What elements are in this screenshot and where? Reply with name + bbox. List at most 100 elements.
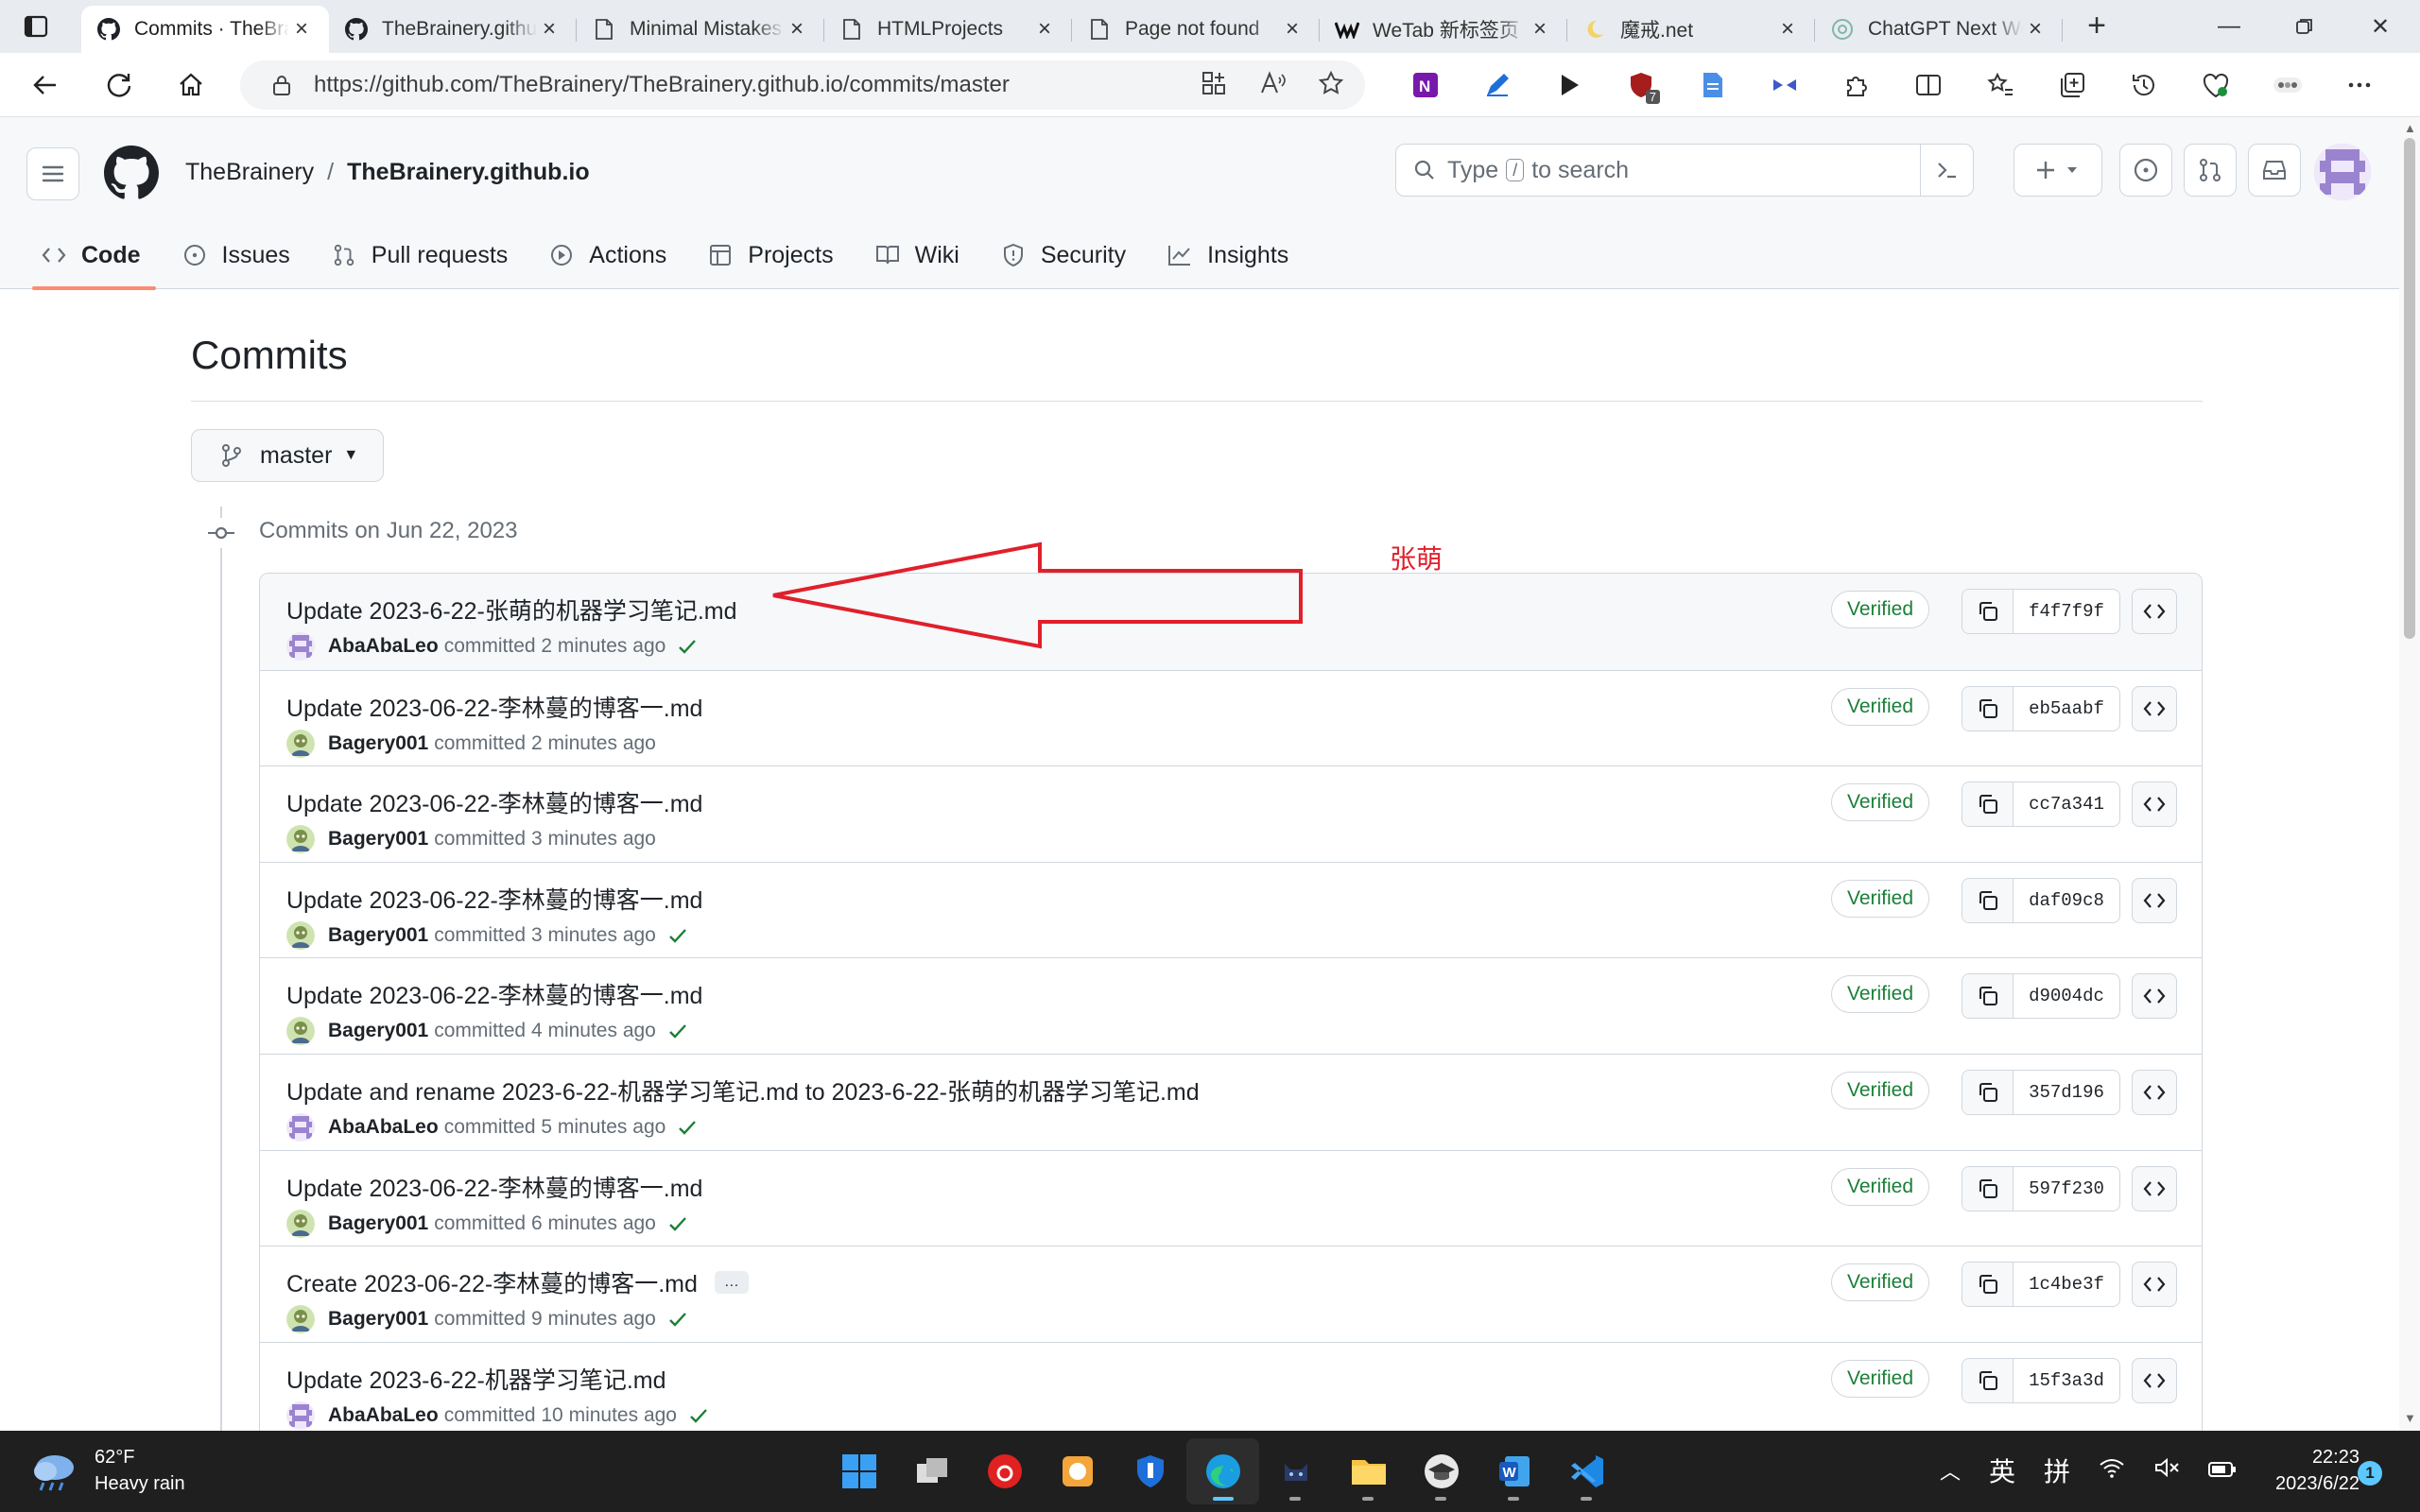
commit-sha-link[interactable]: 15f3a3d (2014, 1359, 2119, 1402)
verified-badge[interactable]: Verified (1831, 1167, 1930, 1206)
tab-security[interactable]: Security (984, 221, 1141, 289)
tab-actions-icon[interactable] (19, 11, 53, 42)
author-avatar[interactable] (286, 1400, 315, 1430)
issues-header-icon[interactable] (2119, 144, 2172, 197)
close-icon[interactable]: × (289, 16, 314, 42)
copy-sha-icon[interactable] (1962, 686, 2014, 730)
check-status-icon[interactable] (667, 1212, 690, 1235)
check-status-icon[interactable] (667, 1308, 690, 1331)
check-status-icon[interactable] (677, 1116, 700, 1139)
volume-muted-icon[interactable] (2153, 1455, 2180, 1486)
author-avatar[interactable] (286, 1305, 315, 1334)
verified-badge[interactable]: Verified (1831, 1071, 1930, 1109)
commit-message-link[interactable]: Update 2023-6-22-张萌的机器学习笔记.md (286, 593, 737, 627)
commit-sha-link[interactable]: cc7a341 (2014, 782, 2119, 826)
pen-extension-icon[interactable] (1461, 64, 1533, 106)
close-icon[interactable]: × (2023, 16, 2048, 42)
tab-code[interactable]: Code (25, 221, 156, 290)
lock-icon[interactable] (268, 72, 295, 98)
vscode-icon[interactable] (1550, 1438, 1623, 1504)
check-status-icon[interactable] (677, 635, 700, 658)
commit-sha-link[interactable]: 357d196 (2014, 1071, 2119, 1114)
close-icon[interactable]: × (1280, 16, 1305, 42)
extensions-puzzle-icon[interactable] (1821, 64, 1893, 106)
ime-language-indicator[interactable]: 英 (1989, 1452, 2015, 1489)
repo-name-link[interactable]: TheBrainery.github.io (347, 159, 590, 186)
commit-sha-link[interactable]: 597f230 (2014, 1167, 2119, 1211)
tab-pull-requests[interactable]: Pull requests (315, 221, 524, 289)
verified-badge[interactable]: Verified (1831, 1359, 1930, 1398)
browse-repo-icon[interactable] (2132, 782, 2177, 828)
document-extension-icon[interactable] (1677, 64, 1749, 106)
command-palette-icon[interactable] (1920, 145, 1973, 196)
scroll-up-arrow[interactable]: ▲ (2404, 121, 2416, 135)
browser-tab[interactable]: HTMLProjects × (824, 6, 1072, 53)
taskbar-clock[interactable]: 22:23 2023/6/22 (2259, 1444, 2360, 1497)
url-text[interactable]: https://github.com/TheBrainery/TheBraine… (314, 72, 1010, 98)
author-link[interactable]: AbaAbaLeo (328, 1404, 439, 1427)
close-icon[interactable]: × (537, 16, 562, 42)
copy-sha-icon[interactable] (1962, 974, 2014, 1019)
edge-browser-icon[interactable] (1186, 1438, 1259, 1504)
author-link[interactable]: Bagery001 (328, 732, 428, 755)
security-shield-app-icon[interactable] (1114, 1438, 1186, 1504)
verified-badge[interactable]: Verified (1831, 591, 1930, 628)
verified-badge[interactable]: Verified (1831, 687, 1930, 726)
commit-message-link[interactable]: Update 2023-06-22-李林蔓的博客一.md (286, 882, 702, 916)
browse-repo-icon[interactable] (2132, 1357, 2177, 1403)
file-explorer-icon[interactable] (1332, 1438, 1405, 1504)
restore-button[interactable] (2267, 0, 2342, 53)
minimize-button[interactable]: — (2191, 0, 2267, 53)
create-new-button[interactable] (2014, 144, 2102, 197)
search-input[interactable]: Type / to search (1395, 144, 1974, 197)
author-avatar[interactable] (286, 825, 315, 854)
commit-sha-link[interactable]: eb5aabf (2014, 687, 2119, 730)
close-window-button[interactable]: ✕ (2342, 0, 2418, 53)
windows-start-icon[interactable] (822, 1438, 895, 1504)
word-icon[interactable]: W (1478, 1438, 1550, 1504)
favorites-icon[interactable] (1964, 64, 2036, 106)
commit-message-link[interactable]: Update and rename 2023-6-22-机器学习笔记.md to… (286, 1074, 1200, 1108)
browse-repo-icon[interactable] (2132, 877, 2177, 923)
browse-repo-icon[interactable] (2132, 1069, 2177, 1115)
close-icon[interactable]: × (785, 16, 809, 42)
wifi-icon[interactable] (2099, 1455, 2125, 1486)
close-icon[interactable]: × (1775, 16, 1800, 42)
browser-tab[interactable]: 魔戒.net × (1567, 6, 1815, 53)
author-avatar[interactable] (286, 1112, 315, 1142)
onenote-icon[interactable]: N (1390, 64, 1461, 106)
author-link[interactable]: Bagery001 (328, 1308, 428, 1331)
author-link[interactable]: Bagery001 (328, 828, 428, 850)
back-button[interactable] (26, 66, 64, 104)
ime-mode-indicator[interactable]: 拼 (2044, 1452, 2070, 1489)
read-aloud-icon[interactable] (1259, 70, 1286, 101)
author-avatar[interactable] (286, 1017, 315, 1046)
copy-sha-icon[interactable] (1962, 1166, 2014, 1211)
author-avatar[interactable] (286, 729, 315, 758)
favorite-star-icon[interactable] (1318, 70, 1344, 101)
commit-sha-link[interactable]: 1c4be3f (2014, 1263, 2119, 1306)
tab-issues[interactable]: Issues (165, 221, 305, 289)
graduation-cap-icon[interactable] (1405, 1438, 1478, 1504)
close-icon[interactable]: × (1528, 16, 1552, 42)
tab-actions[interactable]: Actions (532, 221, 682, 289)
play-extension-icon[interactable] (1533, 64, 1605, 106)
author-link[interactable]: AbaAbaLeo (328, 1116, 439, 1139)
author-avatar[interactable] (286, 920, 315, 950)
tab-insights[interactable]: Insights (1150, 221, 1304, 289)
page-scrollbar[interactable]: ▲ ▼ (2399, 117, 2420, 1431)
browse-repo-icon[interactable] (2132, 1165, 2177, 1211)
copy-sha-icon[interactable] (1962, 782, 2014, 827)
expand-description-button[interactable]: … (714, 1271, 749, 1295)
history-icon[interactable] (2108, 64, 2180, 106)
commit-message-link[interactable]: Update 2023-06-22-李林蔓的博客一.md (286, 690, 702, 724)
branch-selector-button[interactable]: master ▼ (191, 429, 384, 482)
commit-message-link[interactable]: Update 2023-06-22-李林蔓的博客一.md (286, 1170, 702, 1204)
weather-widget[interactable]: 62°F Heavy rain (28, 1444, 185, 1497)
refresh-button[interactable] (100, 66, 138, 104)
copy-sha-icon[interactable] (1962, 1358, 2014, 1402)
netease-music-icon[interactable] (968, 1438, 1041, 1504)
commit-message-link[interactable]: Update 2023-06-22-李林蔓的博客一.md (286, 785, 702, 819)
scroll-down-arrow[interactable]: ▼ (2404, 1411, 2416, 1425)
app-available-icon[interactable] (1201, 70, 1227, 101)
